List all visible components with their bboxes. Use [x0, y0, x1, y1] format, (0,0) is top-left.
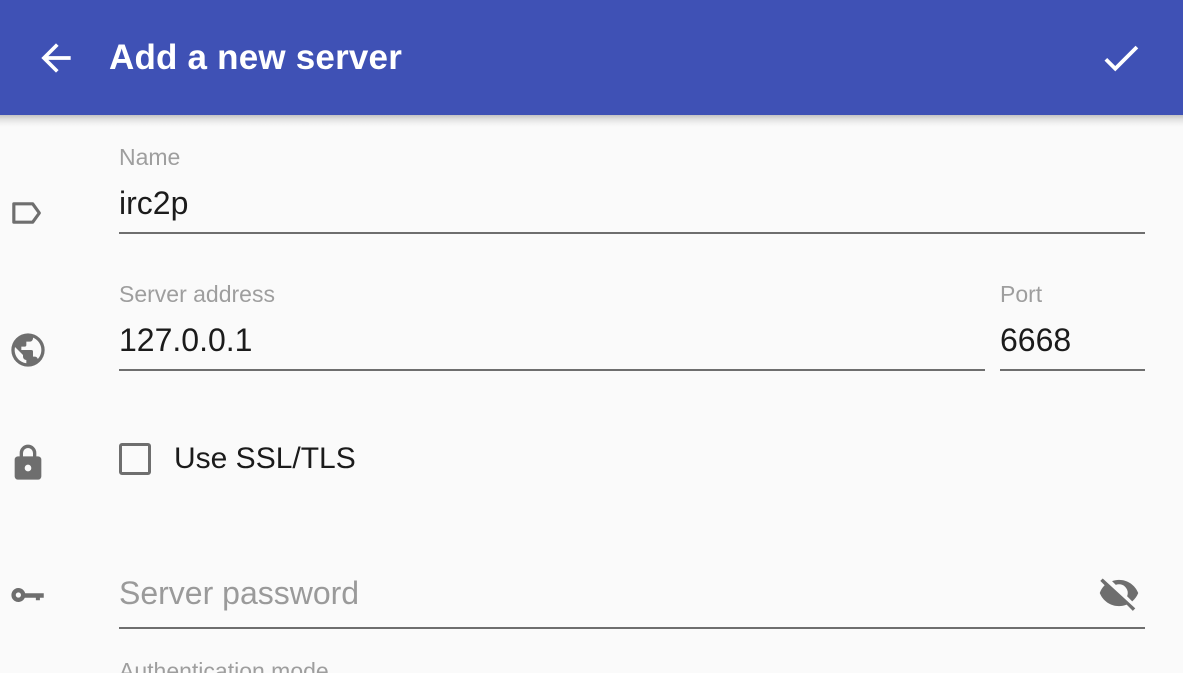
- server-password-field[interactable]: Server password: [119, 567, 1145, 619]
- name-underline: [119, 232, 1145, 234]
- confirm-save-button[interactable]: [1089, 26, 1153, 90]
- port-field[interactable]: Port 6668: [1000, 281, 1145, 371]
- server-password-input-value[interactable]: Server password: [119, 573, 359, 613]
- name-label: Name: [119, 144, 181, 170]
- app-bar: Add a new server: [0, 0, 1183, 115]
- arrow-back-icon: [41, 42, 71, 73]
- port-underline: [1000, 369, 1145, 371]
- name-field[interactable]: Name irc2p: [119, 144, 1145, 234]
- port-label: Port: [1000, 281, 1043, 307]
- use-ssl-tls-checkbox[interactable]: [119, 443, 151, 475]
- authentication-mode-field[interactable]: Authentication mode: [119, 658, 719, 673]
- back-button[interactable]: [24, 26, 88, 90]
- server-address-underline: [119, 369, 985, 371]
- ssl-row-icon: [0, 443, 56, 483]
- server-password-underline: [119, 627, 1145, 629]
- server-address-input-value[interactable]: 127.0.0.1: [119, 320, 985, 360]
- eye-off-icon: [1099, 578, 1139, 611]
- check-icon: [1104, 45, 1139, 71]
- tag-icon: [12, 202, 41, 224]
- server-address-label: Server address: [119, 281, 275, 307]
- server-form: Name irc2p Server address 127.0.0.1 Port…: [0, 115, 1183, 673]
- globe-icon: [11, 333, 45, 367]
- lock-icon: [14, 444, 42, 480]
- address-row-icon: [0, 330, 56, 370]
- add-server-screen: Add a new server Name irc2p Server addre…: [0, 0, 1183, 673]
- use-ssl-tls-label: Use SSL/TLS: [174, 442, 356, 475]
- password-row-icon: [0, 574, 56, 616]
- authentication-mode-label: Authentication mode: [119, 658, 329, 673]
- use-ssl-tls-row[interactable]: Use SSL/TLS: [119, 442, 619, 476]
- name-input-value[interactable]: irc2p: [119, 183, 1145, 223]
- server-address-field[interactable]: Server address 127.0.0.1: [119, 281, 985, 371]
- page-title: Add a new server: [109, 37, 403, 77]
- name-row-icon: [0, 193, 56, 233]
- key-icon: [11, 588, 44, 602]
- toggle-password-visibility-button[interactable]: [1093, 567, 1145, 619]
- port-input-value[interactable]: 6668: [1000, 320, 1145, 360]
